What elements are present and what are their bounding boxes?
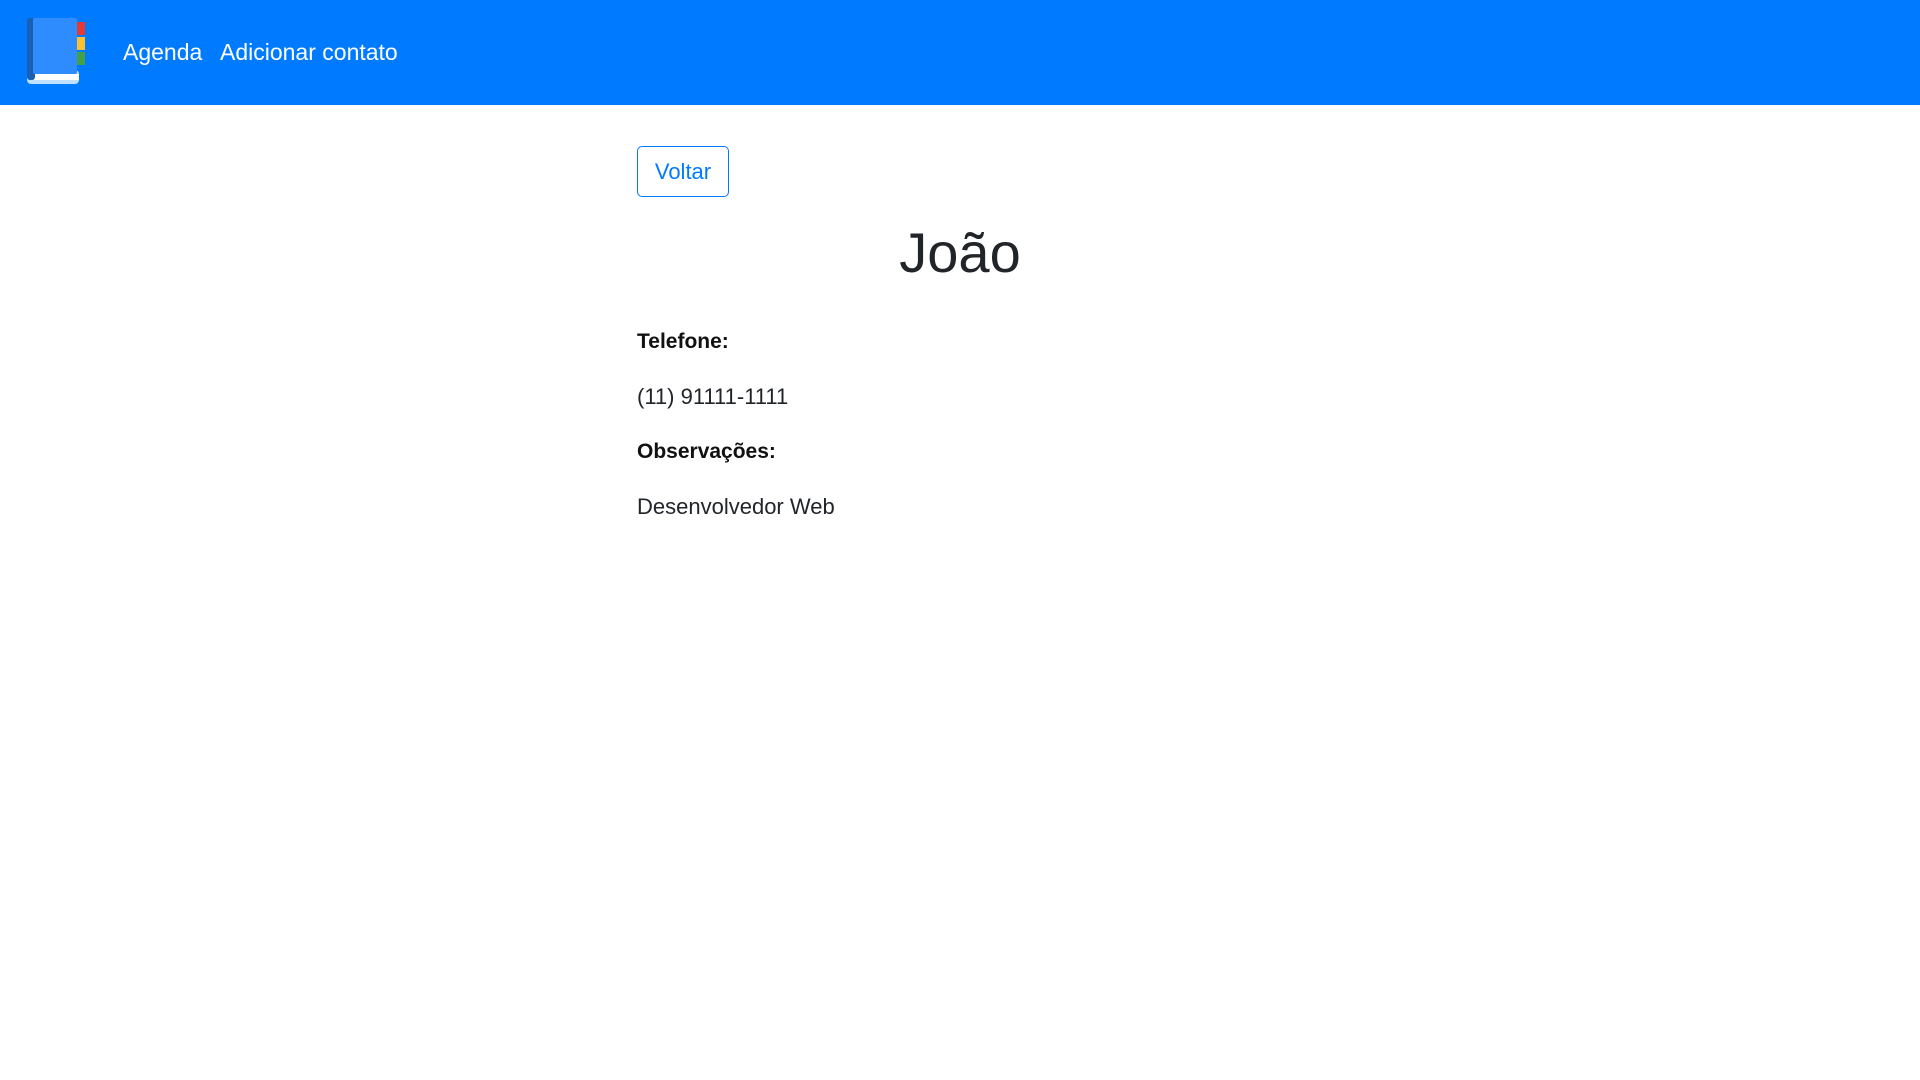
nav-link-agenda[interactable]: Agenda	[123, 38, 202, 66]
top-navbar: Agenda Adicionar contato	[0, 0, 1920, 105]
phone-value: (11) 91111-1111	[637, 384, 789, 409]
nav-link-add-contact[interactable]: Adicionar contato	[220, 38, 398, 66]
notes-value: Desenvolvedor Web	[637, 494, 835, 519]
address-book-icon[interactable]	[24, 16, 90, 88]
back-button[interactable]: Voltar	[637, 146, 729, 197]
phone-label: Telefone:	[637, 330, 729, 353]
contact-name-title: João	[899, 221, 1021, 284]
notes-label: Observações:	[637, 440, 776, 463]
